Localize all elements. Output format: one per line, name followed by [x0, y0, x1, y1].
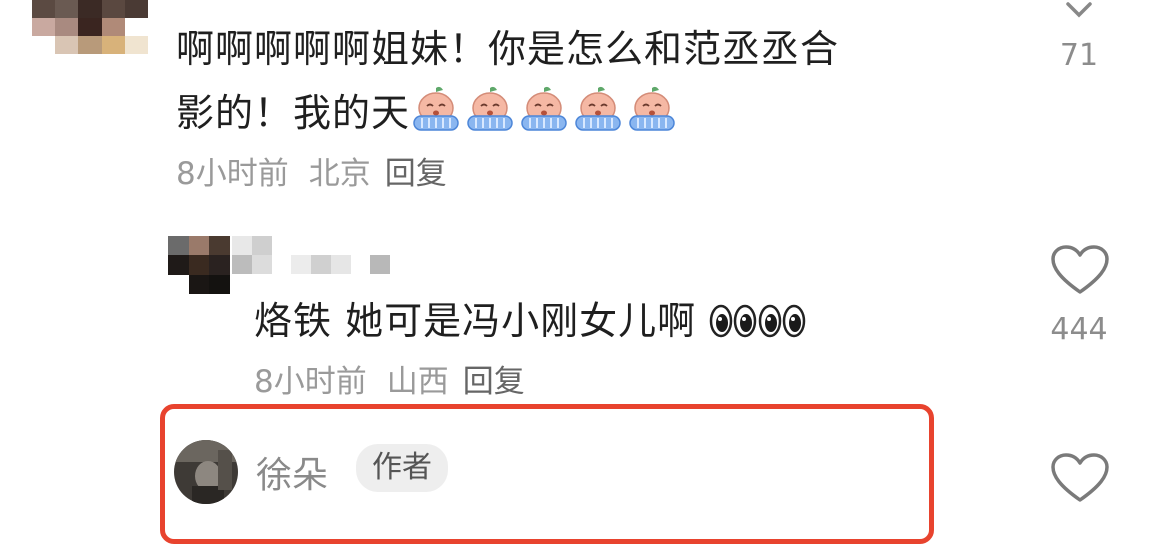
- comment-text: 啊啊啊啊啊姐妹！你是怎么和范丞丞合: [176, 27, 840, 71]
- eyes-emoji: [709, 299, 807, 343]
- avatar[interactable]: [168, 236, 230, 294]
- crying-peach-emoji: [518, 86, 570, 148]
- comment-text: 烙铁 她可是冯小刚女儿啊: [254, 292, 807, 350]
- comment-location: 北京: [308, 156, 371, 192]
- avatar[interactable]: [174, 440, 238, 504]
- author-name[interactable]: 徐朵: [256, 446, 328, 498]
- comment-meta: 8小时前 山西 回复: [254, 356, 525, 401]
- crying-peach-emoji: [464, 86, 516, 148]
- crying-peach-emoji: [626, 86, 678, 148]
- comment-time: 8小时前: [254, 364, 367, 400]
- comment-text-continued: 影的！我的天: [176, 91, 411, 135]
- like-count: 444: [1050, 312, 1108, 347]
- author-badge: 作者: [356, 444, 448, 492]
- avatar[interactable]: [32, 0, 148, 54]
- heart-outline-icon[interactable]: [1050, 452, 1110, 504]
- like-count: 71: [1059, 38, 1099, 73]
- crying-peach-emoji: [572, 86, 624, 148]
- like-chevron-icon[interactable]: [1064, 0, 1094, 20]
- comment-body: 烙铁 她可是冯小刚女儿啊: [254, 299, 697, 343]
- comment-location: 山西: [386, 364, 449, 400]
- heart-outline-icon[interactable]: [1050, 244, 1110, 296]
- comment-time: 8小时前: [176, 156, 289, 192]
- comment-meta: 8小时前 北京 回复: [176, 148, 447, 193]
- reply-button[interactable]: 回复: [463, 364, 525, 400]
- reply-button[interactable]: 回复: [385, 156, 447, 192]
- comment-text-line2: 影的！我的天: [176, 84, 680, 148]
- crying-peach-emoji-row: [410, 86, 680, 135]
- username-blurred[interactable]: [232, 236, 390, 274]
- crying-peach-emoji: [410, 86, 462, 148]
